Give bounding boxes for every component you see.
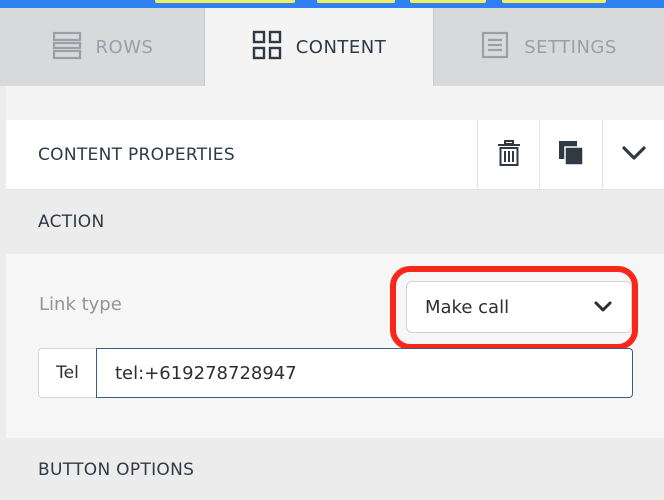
tab-rows[interactable]: ROWS — [0, 8, 205, 86]
toolbar-chip[interactable] — [502, 0, 606, 3]
tab-label: ROWS — [95, 36, 154, 58]
toolbar-chip[interactable] — [317, 0, 395, 3]
section-title: ACTION — [38, 212, 105, 232]
link-type-select[interactable]: Make call — [406, 281, 632, 333]
tel-prefix-label: Tel — [38, 348, 96, 398]
properties-panel: CONTENT PROPERTIES ACTION Link type Make… — [6, 120, 664, 500]
settings-document-icon — [480, 30, 510, 65]
phone-number-input[interactable] — [96, 348, 633, 398]
grid-icon — [252, 30, 282, 65]
tab-label: SETTINGS — [524, 36, 617, 58]
panel-title: CONTENT PROPERTIES — [38, 145, 235, 165]
link-type-label: Link type — [39, 294, 122, 315]
highlight-annotation: Make call — [390, 266, 638, 350]
tab-content[interactable]: CONTENT — [205, 8, 433, 86]
link-type-value: Make call — [425, 297, 510, 318]
trash-icon — [497, 140, 521, 170]
top-toolbar-strip — [0, 0, 664, 8]
action-section-header: ACTION — [6, 190, 664, 254]
sidebar-tabs: ROWS CONTENT SETTINGS — [0, 8, 664, 86]
toolbar-chip[interactable] — [410, 0, 486, 3]
rows-icon — [52, 30, 82, 65]
duplicate-button[interactable] — [539, 120, 601, 190]
chevron-down-icon — [593, 299, 613, 318]
collapse-button[interactable] — [602, 120, 664, 190]
section-title: BUTTON OPTIONS — [38, 460, 195, 480]
content-properties-panel: ROWS CONTENT SETTINGS CONTENT PROPERTIES… — [0, 0, 664, 500]
action-settings: Link type Make call Tel — [6, 254, 664, 438]
panel-spacer — [6, 86, 664, 120]
tab-settings[interactable]: SETTINGS — [433, 8, 664, 86]
duplicate-icon — [558, 140, 584, 170]
toolbar-chip[interactable] — [155, 0, 295, 3]
delete-button[interactable] — [477, 120, 539, 190]
chevron-down-icon — [621, 145, 647, 165]
tab-label: CONTENT — [295, 36, 387, 58]
button-options-section-header[interactable]: BUTTON OPTIONS — [6, 438, 664, 500]
content-properties-header: CONTENT PROPERTIES — [6, 120, 664, 190]
